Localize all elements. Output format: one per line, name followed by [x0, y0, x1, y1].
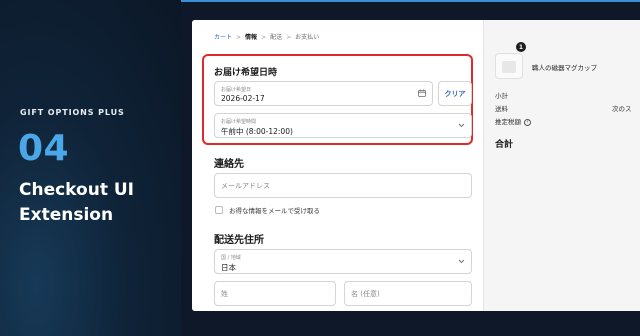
email-placeholder: メールアドレス [221, 181, 270, 190]
delivery-date-label: お届け希望日 [221, 87, 252, 93]
email-field[interactable]: メールアドレス [214, 173, 472, 198]
delivery-time-value: 午前中 (8:00-12:00) [221, 127, 293, 136]
shipping-label: 送料 [495, 105, 508, 113]
breadcrumb-shipping: 配送 [270, 34, 283, 41]
promo-panel: GIFT OPTIONS PLUS 04 Checkout UI Extensi… [0, 0, 181, 336]
promo-headline-line1: Checkout UI [19, 180, 134, 200]
delivery-title: お届け希望日時 [214, 68, 278, 78]
last-name-placeholder: 姓 [221, 289, 228, 298]
last-name-field[interactable]: 姓 [214, 281, 336, 306]
info-icon[interactable]: ? [524, 118, 531, 126]
first-name-placeholder: 名 (任意) [351, 289, 380, 298]
promo-headline: Checkout UI Extension [19, 178, 134, 228]
newsletter-label: お得な情報をメールで受け取る [229, 207, 320, 215]
newsletter-checkbox[interactable] [215, 206, 223, 214]
promo-number: 04 [18, 128, 70, 169]
quantity-badge: 1 [516, 42, 526, 52]
order-summary: 1 職人の磁器マグカップ 小計 送料 次のス 推定税額? 合計 [483, 20, 640, 311]
shipping-title: 配送先住所 [214, 235, 264, 246]
total-label: 合計 [495, 140, 514, 150]
delivery-time-select[interactable]: お届け希望時間 午前中 (8:00-12:00) [214, 113, 472, 138]
breadcrumb: カート > 情報 > 配送 > お支払い [214, 32, 319, 41]
mug-image [502, 61, 516, 73]
delivery-date-field[interactable]: お届け希望日 2026-02-17 [214, 81, 433, 106]
subtotal-label: 小計 [495, 92, 508, 100]
newsletter-row: お得な情報をメールで受け取る [215, 205, 320, 215]
chevron-down-icon [458, 258, 465, 266]
stage: カート > 情報 > 配送 > お支払い お届け希望日時 お届け希望日 2026-02-17… [181, 0, 640, 336]
first-name-field[interactable]: 名 (任意) [344, 281, 472, 306]
checkout-window: カート > 情報 > 配送 > お支払い お届け希望日時 お届け希望日 2026-02-17… [192, 20, 640, 311]
delivery-date-value: 2026-02-17 [221, 94, 265, 103]
country-value: 日本 [221, 263, 236, 272]
top-accent-line [181, 0, 640, 2]
checkout-main: カート > 情報 > 配送 > お支払い お届け希望日時 お届け希望日 2026-02-17… [192, 20, 483, 311]
breadcrumb-info: 情報 [245, 34, 258, 41]
contact-title: 連絡先 [214, 159, 244, 170]
tax-label: 推定税額 [495, 118, 521, 126]
breadcrumb-cart[interactable]: カート [214, 34, 232, 41]
breadcrumb-separator: > [261, 34, 267, 41]
tax-row: 推定税額? [495, 116, 531, 126]
delivery-time-label: お届け希望時間 [221, 119, 257, 125]
promo-eyebrow: GIFT OPTIONS PLUS [20, 108, 125, 117]
calendar-icon[interactable] [418, 89, 426, 99]
country-select[interactable]: 国 / 地域 日本 [214, 249, 472, 274]
breadcrumb-payment: お支払い [295, 34, 320, 41]
breadcrumb-separator: > [236, 34, 242, 41]
shipping-value: 次のス [612, 105, 632, 113]
product-name: 職人の磁器マグカップ [532, 64, 597, 72]
chevron-down-icon [458, 122, 465, 130]
country-label: 国 / 地域 [221, 255, 241, 261]
promo-headline-line2: Extension [19, 205, 114, 225]
clear-button[interactable]: クリア [438, 81, 472, 106]
product-thumbnail [495, 53, 523, 79]
breadcrumb-separator: > [286, 34, 292, 41]
